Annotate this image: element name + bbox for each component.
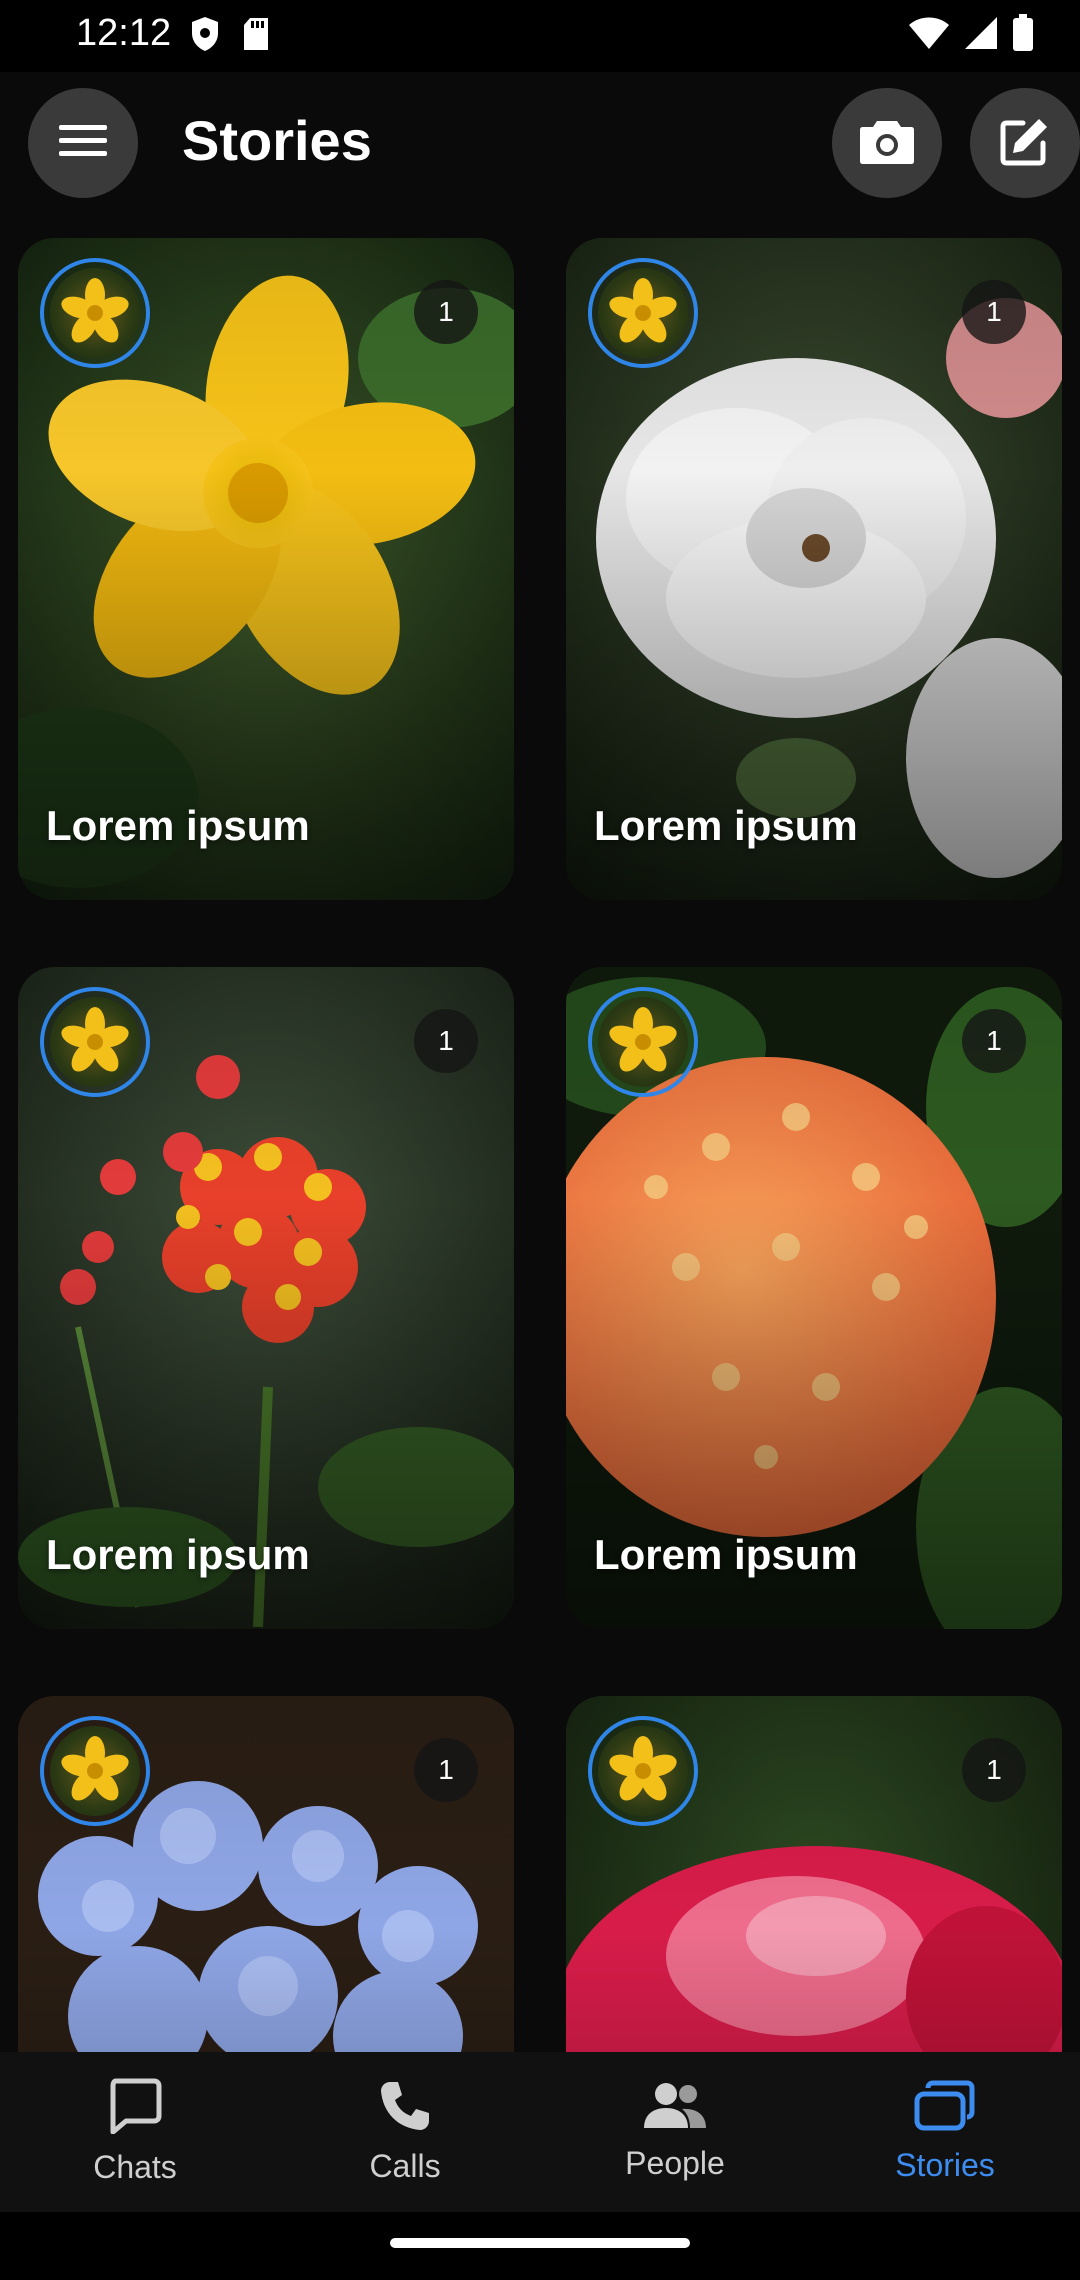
- story-card[interactable]: 1: [566, 1696, 1062, 2052]
- story-title: Lorem ipsum: [46, 802, 310, 849]
- flower-avatar-icon: [61, 1736, 129, 1801]
- chat-icon: [108, 2078, 162, 2139]
- people-icon: [642, 2082, 708, 2135]
- compose-button[interactable]: [970, 88, 1080, 198]
- story-count-badge: 1: [962, 1738, 1026, 1802]
- avatar[interactable]: [588, 987, 698, 1097]
- wifi-icon: [908, 16, 950, 55]
- camera-icon: [859, 117, 915, 170]
- nav-item-stories[interactable]: Stories: [810, 2052, 1080, 2212]
- story-count-badge: 1: [962, 1009, 1026, 1073]
- edit-icon: [999, 115, 1051, 172]
- bottom-navigation: Chats Calls People Stories: [0, 2052, 1080, 2212]
- sd-card-icon: [242, 17, 270, 56]
- nav-item-chats[interactable]: Chats: [0, 2052, 270, 2212]
- gesture-bar: [0, 2212, 1080, 2280]
- camera-button[interactable]: [832, 88, 942, 198]
- nav-item-calls[interactable]: Calls: [270, 2052, 540, 2212]
- signal-icon: [964, 16, 998, 55]
- battery-icon: [1012, 14, 1034, 57]
- stories-screen: 12:12 Stories 1 Lorem ipsum 1 Lorem ipsu…: [0, 0, 1080, 2280]
- story-title: Lorem ipsum: [46, 1531, 310, 1578]
- status-bar: 12:12: [0, 0, 1080, 72]
- avatar[interactable]: [40, 987, 150, 1097]
- nav-label: Chats: [93, 2149, 177, 2185]
- avatar[interactable]: [40, 258, 150, 368]
- story-title: Lorem ipsum: [594, 1531, 858, 1578]
- menu-button[interactable]: [28, 88, 138, 198]
- status-time: 12:12: [76, 12, 172, 54]
- flower-avatar-icon: [61, 1007, 129, 1072]
- phone-icon: [378, 2079, 432, 2138]
- story-card[interactable]: 1: [18, 1696, 514, 2052]
- flower-avatar-icon: [609, 278, 677, 343]
- shield-icon: [190, 16, 220, 57]
- stories-icon: [914, 2080, 976, 2137]
- nav-label: Stories: [895, 2147, 995, 2183]
- story-card[interactable]: 1 Lorem ipsum: [566, 967, 1062, 1629]
- story-count-badge: 1: [962, 280, 1026, 344]
- page-title: Stories: [182, 109, 372, 172]
- story-count-badge: 1: [414, 280, 478, 344]
- home-gesture-pill[interactable]: [390, 2238, 690, 2248]
- top-app-bar: Stories: [0, 72, 1080, 216]
- hamburger-menu-icon: [57, 121, 109, 166]
- nav-item-people[interactable]: People: [540, 2052, 810, 2212]
- story-card[interactable]: 1 Lorem ipsum: [18, 238, 514, 900]
- flower-avatar-icon: [609, 1007, 677, 1072]
- avatar[interactable]: [588, 1716, 698, 1826]
- status-left-icons: [190, 16, 270, 57]
- nav-label: Calls: [369, 2148, 441, 2184]
- stories-grid: 1 Lorem ipsum 1 Lorem ipsum 1 Lorem ipsu…: [0, 216, 1080, 2052]
- flower-avatar-icon: [61, 278, 129, 343]
- nav-label: People: [625, 2145, 725, 2181]
- story-card[interactable]: 1 Lorem ipsum: [566, 238, 1062, 900]
- status-right-icons: [908, 14, 1034, 57]
- story-count-badge: 1: [414, 1009, 478, 1073]
- flower-avatar-icon: [609, 1736, 677, 1801]
- story-title: Lorem ipsum: [594, 802, 858, 849]
- story-card[interactable]: 1 Lorem ipsum: [18, 967, 514, 1629]
- avatar[interactable]: [588, 258, 698, 368]
- story-count-badge: 1: [414, 1738, 478, 1802]
- avatar[interactable]: [40, 1716, 150, 1826]
